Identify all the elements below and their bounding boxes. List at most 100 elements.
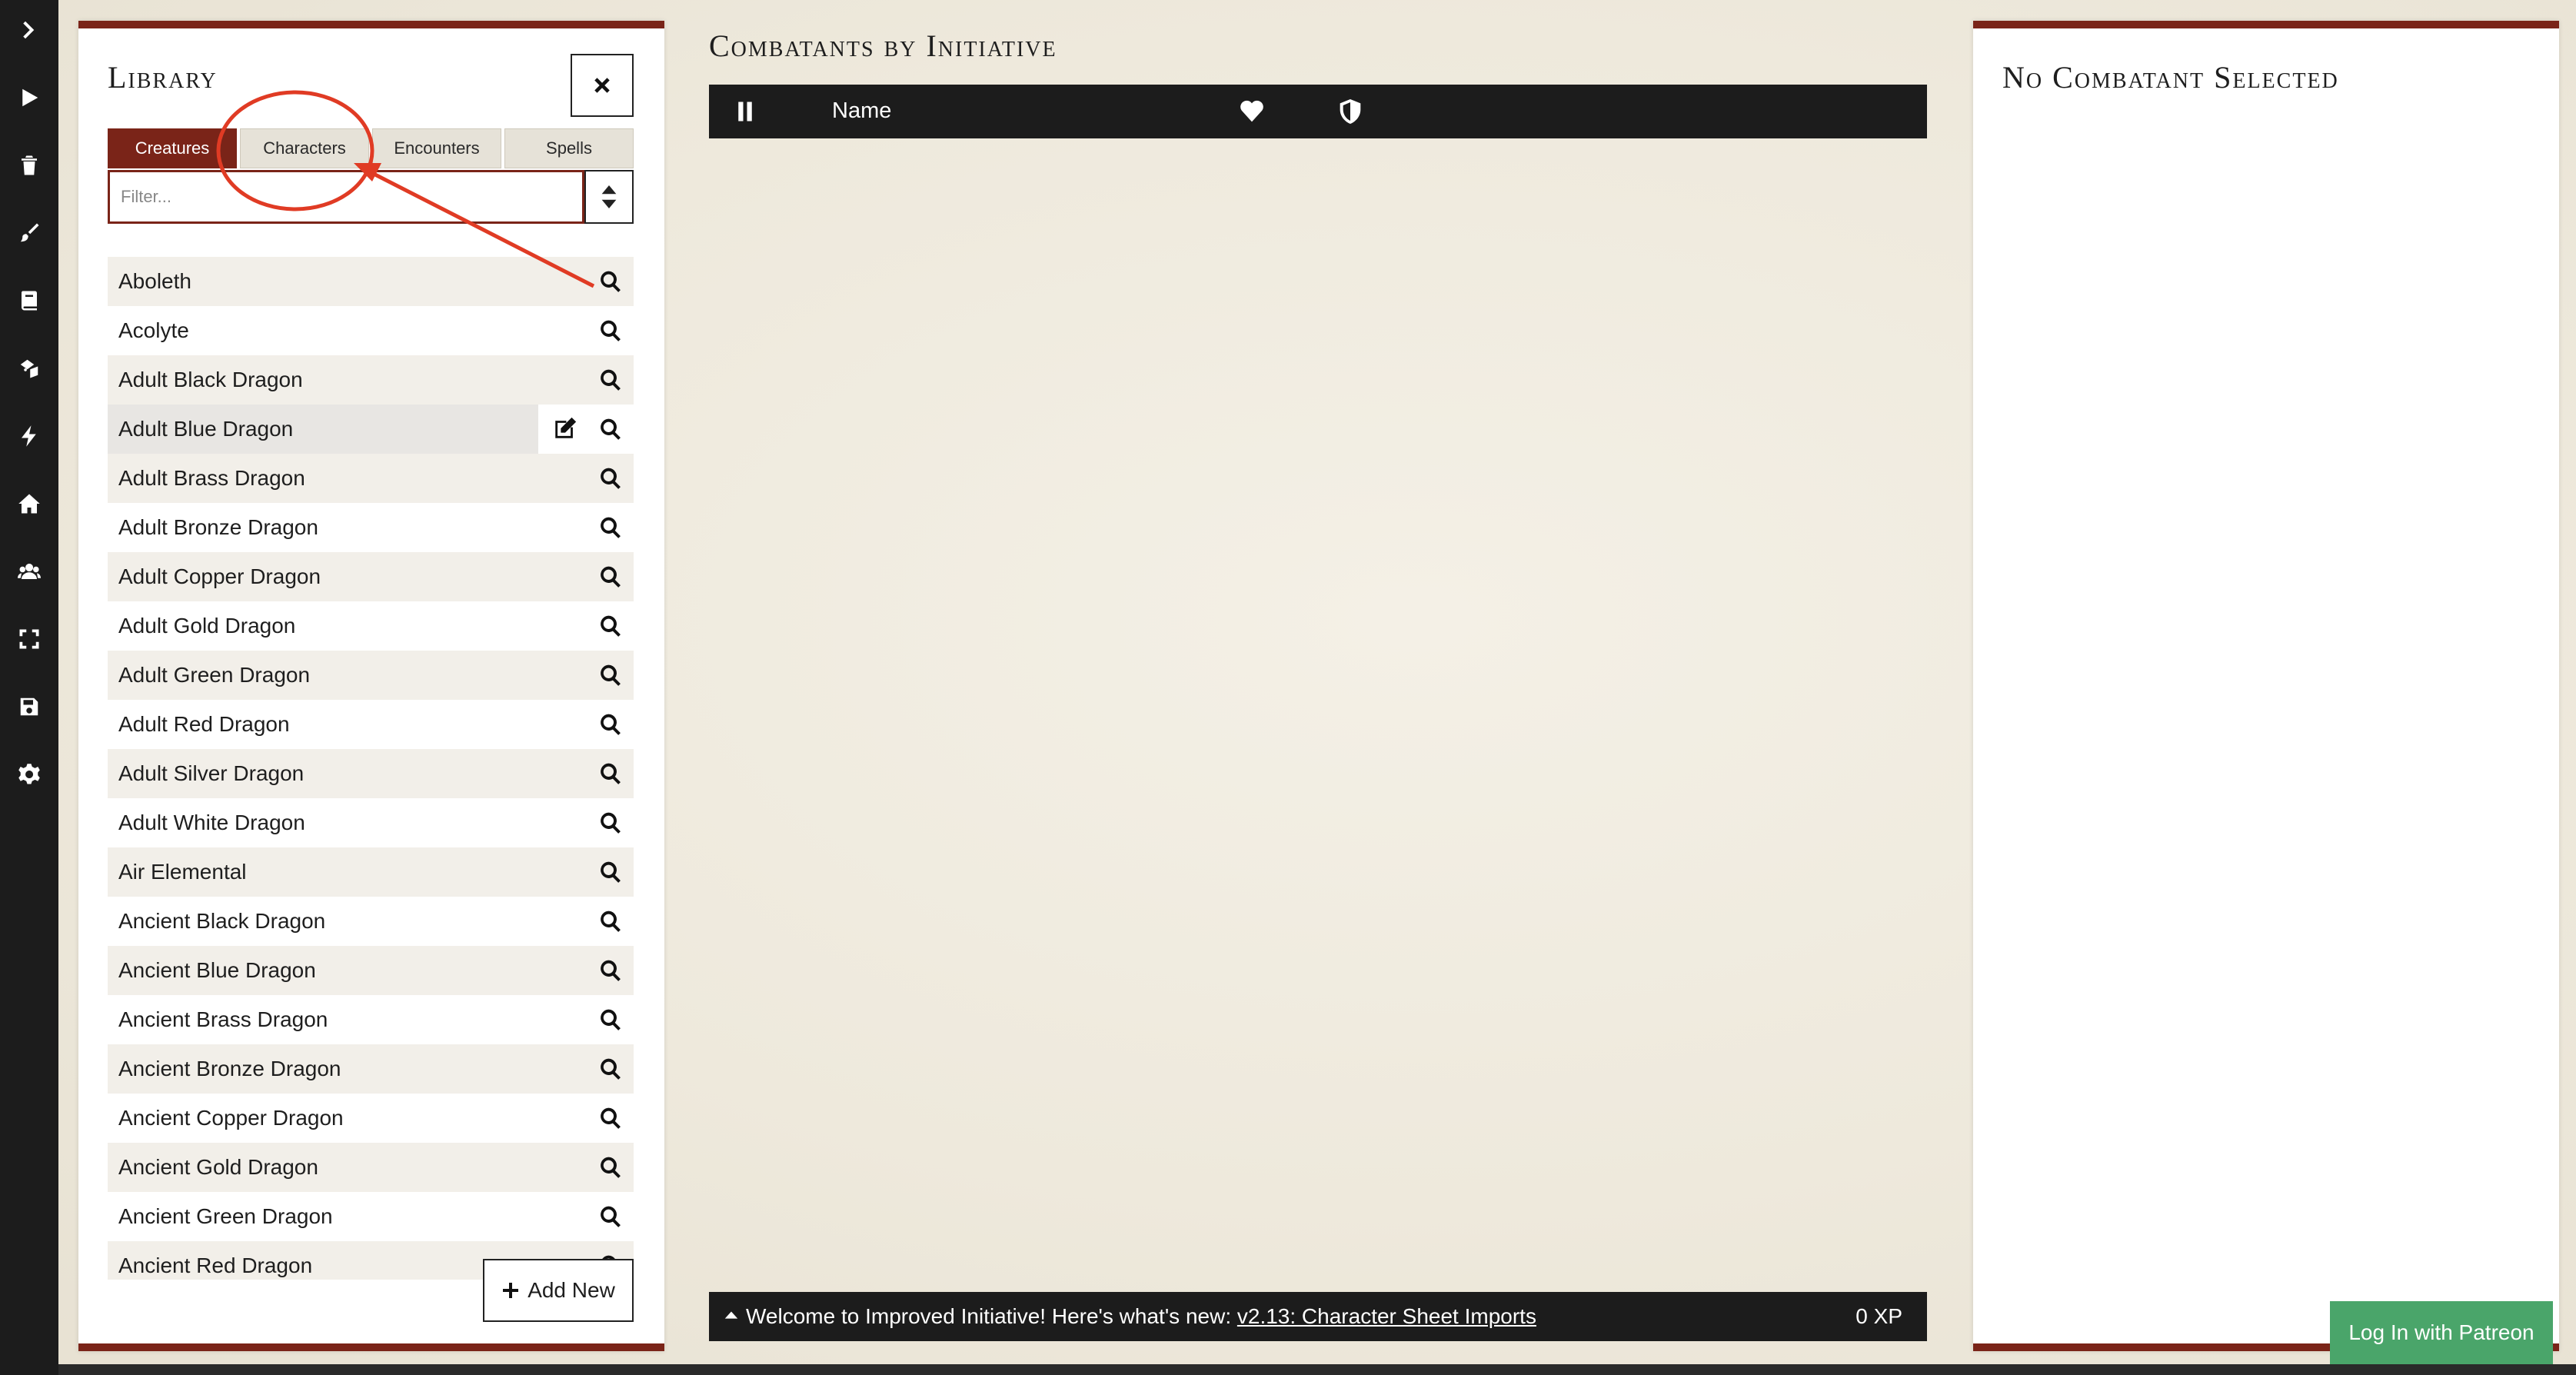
filter-input[interactable] [108, 170, 584, 224]
plus-icon [503, 1283, 519, 1298]
search-icon[interactable] [598, 466, 623, 491]
edit-icon[interactable] [552, 415, 578, 441]
search-icon[interactable] [598, 269, 623, 294]
settings-button[interactable] [0, 747, 58, 801]
search-icon[interactable] [598, 564, 623, 589]
list-item[interactable]: Aboleth [108, 257, 634, 306]
expand-button[interactable] [0, 3, 58, 57]
list-item-label: Ancient Red Dragon [118, 1253, 313, 1277]
search-icon[interactable] [598, 860, 623, 884]
tab-characters[interactable]: Characters [240, 128, 369, 168]
list-item-label: Ancient Gold Dragon [118, 1155, 318, 1179]
search-icon[interactable] [598, 318, 623, 343]
filter-bar [108, 170, 634, 224]
list-item-label: Ancient Black Dragon [118, 909, 326, 933]
list-item-label: Adult Red Dragon [118, 712, 290, 736]
tab-encounters[interactable]: Encounters [372, 128, 501, 168]
close-library-button[interactable] [571, 54, 634, 117]
list-item-label: Adult Copper Dragon [118, 564, 321, 588]
list-item[interactable]: Adult Bronze Dragon [108, 503, 634, 552]
list-item[interactable]: Adult Gold Dragon [108, 601, 634, 651]
library-panel: Library Creatures Characters Encounters … [78, 21, 664, 1351]
list-item[interactable]: Adult Black Dragon [108, 355, 634, 405]
play-icon [22, 88, 38, 107]
add-new-label: Add New [528, 1278, 615, 1302]
list-item[interactable]: Adult Blue Dragon [108, 405, 634, 454]
quick-add-button[interactable] [0, 409, 58, 463]
search-icon[interactable] [598, 614, 623, 638]
footer-bar: Welcome to Improved Initiative! Here's w… [709, 1292, 1927, 1341]
list-item[interactable]: Adult Copper Dragon [108, 552, 634, 601]
list-item-label: Ancient Green Dragon [118, 1204, 333, 1228]
clear-encounter-button[interactable] [0, 138, 58, 192]
search-icon[interactable] [598, 958, 623, 983]
fullscreen-button[interactable] [0, 612, 58, 666]
players-button[interactable] [0, 544, 58, 598]
search-icon[interactable] [598, 1204, 623, 1229]
list-item[interactable]: Adult Brass Dragon [108, 454, 634, 503]
list-item-label: Adult Bronze Dragon [118, 515, 318, 539]
icon-rail [0, 0, 58, 1375]
tab-spells[interactable]: Spells [504, 128, 634, 168]
start-encounter-button[interactable] [0, 71, 58, 125]
search-icon[interactable] [598, 663, 623, 688]
pause-icon[interactable] [734, 100, 757, 123]
list-item[interactable]: Adult Red Dragon [108, 700, 634, 749]
search-icon[interactable] [598, 1007, 623, 1032]
list-item[interactable]: Ancient Copper Dragon [108, 1094, 634, 1143]
book-icon [21, 291, 37, 311]
search-icon[interactable] [598, 515, 623, 540]
details-title: No Combatant Selected [2002, 60, 2339, 95]
list-item-label: Adult White Dragon [118, 811, 305, 834]
search-icon[interactable] [598, 811, 623, 835]
list-item[interactable]: Ancient Bronze Dragon [108, 1044, 634, 1094]
search-icon[interactable] [598, 909, 623, 934]
list-item[interactable]: Air Elemental [108, 847, 634, 897]
whats-new-link[interactable]: v2.13: Character Sheet Imports [1237, 1304, 1536, 1328]
list-item[interactable]: Ancient Black Dragon [108, 897, 634, 946]
home-icon [18, 494, 40, 514]
list-item[interactable]: Acolyte [108, 306, 634, 355]
caret-up-icon[interactable] [723, 1307, 740, 1324]
list-item-label: Air Elemental [118, 860, 247, 884]
search-icon[interactable] [598, 1106, 623, 1130]
bottom-strip [58, 1364, 2576, 1375]
fullscreen-icon [19, 629, 39, 649]
list-item-label: Adult Green Dragon [118, 663, 311, 687]
add-new-button[interactable]: Add New [483, 1259, 634, 1322]
roll-dice-button[interactable] [0, 341, 58, 395]
search-icon[interactable] [598, 1057, 623, 1081]
patreon-login-button[interactable]: Log In with Patreon [2330, 1301, 2553, 1364]
xp-total: 0 XP [1855, 1304, 1902, 1328]
brush-icon [20, 223, 39, 242]
sort-icon [601, 185, 617, 208]
sort-button[interactable] [584, 170, 634, 224]
list-item[interactable]: Adult Silver Dragon [108, 749, 634, 798]
library-button[interactable] [0, 274, 58, 328]
search-icon[interactable] [598, 1155, 623, 1180]
list-item-label: Aboleth [118, 269, 191, 293]
clean-encounter-button[interactable] [0, 206, 58, 260]
list-item-label: Acolyte [118, 318, 189, 342]
tab-creatures[interactable]: Creatures [108, 128, 237, 168]
welcome-message: Welcome to Improved Initiative! Here's w… [746, 1304, 1536, 1329]
search-icon[interactable] [598, 417, 623, 441]
list-item[interactable]: Ancient Brass Dragon [108, 995, 634, 1044]
list-item[interactable]: Adult Green Dragon [108, 651, 634, 700]
list-item-label: Adult Brass Dragon [118, 466, 305, 490]
list-item-label: Adult Gold Dragon [118, 614, 296, 638]
list-item[interactable]: Ancient Gold Dragon [108, 1143, 634, 1192]
list-item[interactable]: Ancient Blue Dragon [108, 946, 634, 995]
search-icon[interactable] [598, 761, 623, 786]
heart-icon [1240, 100, 1263, 122]
player-view-button[interactable] [0, 477, 58, 531]
combatants-title: Combatants by Initiative [709, 28, 1057, 63]
list-item[interactable]: Ancient Green Dragon [108, 1192, 634, 1241]
list-item[interactable]: Adult White Dragon [108, 798, 634, 847]
search-icon[interactable] [598, 368, 623, 392]
save-button[interactable] [0, 680, 58, 734]
creature-list: Aboleth Acolyte Adult Black Dragon Adult Bl… [108, 257, 634, 1280]
search-icon[interactable] [598, 712, 623, 737]
details-panel: No Combatant Selected [1973, 21, 2559, 1351]
list-item-label: Adult Black Dragon [118, 368, 303, 391]
